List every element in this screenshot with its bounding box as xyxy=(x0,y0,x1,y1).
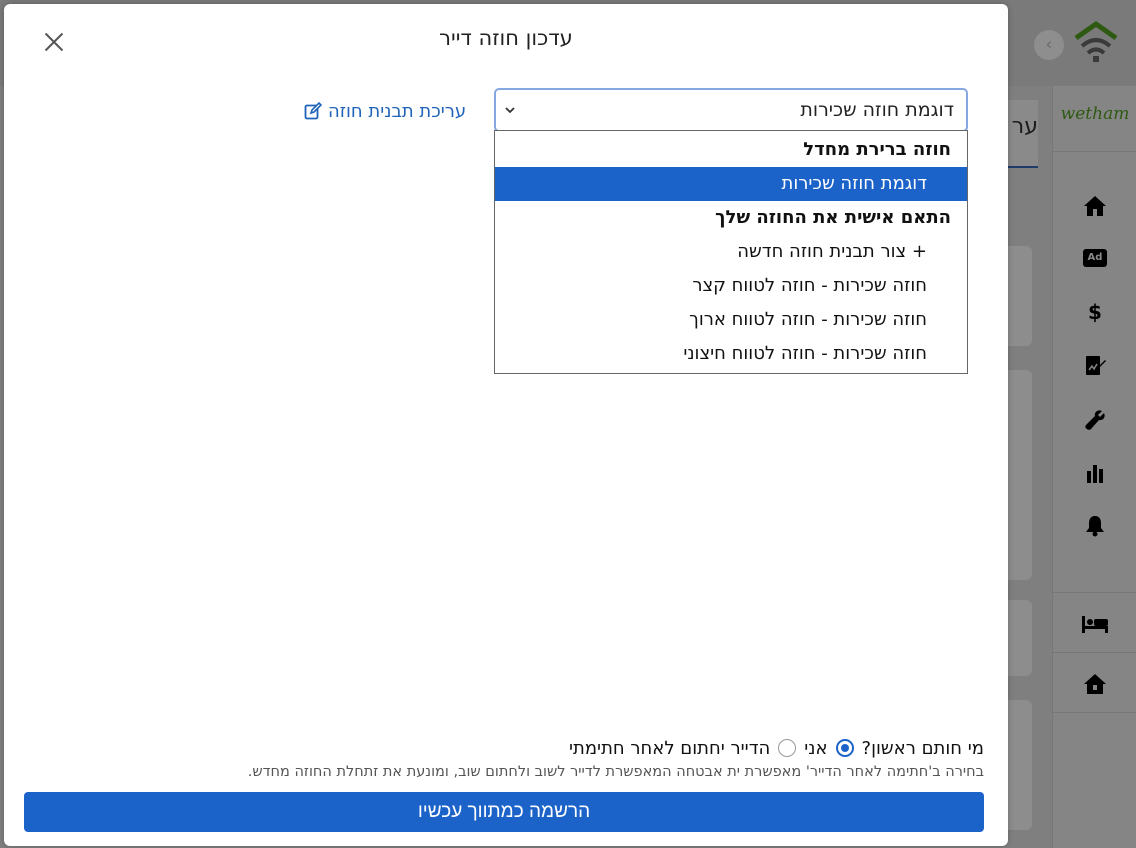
select-value: דוגמת חוזה שכירות xyxy=(800,99,954,121)
edit-icon xyxy=(304,102,322,120)
background-tab: ער xyxy=(1008,100,1038,168)
submit-button[interactable]: הרשמה כמתווך עכשיו xyxy=(24,792,984,832)
ad-icon: Ad xyxy=(1083,249,1107,267)
dropdown-group-custom: התאם אישית את החוזה שלך xyxy=(715,207,951,228)
background-card xyxy=(1008,246,1032,346)
dropdown-option-external-term[interactable]: חוזה שכירות - חוזה לטווח חיצוני xyxy=(495,337,967,371)
background-card xyxy=(1008,700,1032,830)
dropdown-option-sample-rental[interactable]: דוגמת חוזה שכירות xyxy=(495,167,967,201)
dropdown-option-long-term[interactable]: חוזה שכירות - חוזה לטווח ארוך xyxy=(495,303,967,337)
update-contract-modal: עדכון חוזה דייר עריכת תבנית חוזה דוגמת ח… xyxy=(4,4,1008,846)
wifi-house-logo-icon xyxy=(1074,20,1118,62)
house-icon xyxy=(1081,670,1109,698)
wrench-icon xyxy=(1081,406,1109,434)
dollar-icon: $ xyxy=(1088,300,1102,324)
contract-template-select[interactable]: דוגמת חוזה שכירות xyxy=(494,88,968,132)
radio-tenant[interactable] xyxy=(778,739,797,757)
edit-template-label: עריכת תבנית חוזה xyxy=(328,100,467,122)
template-dropdown-list: חוזה ברירת מחדל דוגמת חוזה שכירות התאם א… xyxy=(494,130,968,374)
sidebar-divider xyxy=(1053,652,1136,653)
signing-note: בחירה ב'חתימה לאחר הדייר' מאפשרת ית אבטח… xyxy=(247,764,984,780)
back-arrow-icon: ‹ xyxy=(1034,30,1064,60)
chevron-down-icon xyxy=(505,107,515,114)
radio-me[interactable] xyxy=(835,739,854,757)
bed-icon xyxy=(1081,610,1109,638)
close-icon[interactable] xyxy=(40,28,68,56)
dropdown-option-create-new[interactable]: + צור תבנית חוזה חדשה xyxy=(495,235,967,269)
radio-me-label[interactable]: אני xyxy=(804,738,827,759)
chart-icon xyxy=(1081,459,1109,487)
sidebar-divider xyxy=(1053,712,1136,713)
first-signer-row: מי חותם ראשון? אני הדייר יחתום לאחר חתימ… xyxy=(534,734,984,762)
radio-tenant-label[interactable]: הדייר יחתום לאחר חתימתי xyxy=(569,738,770,759)
home-icon xyxy=(1081,192,1109,220)
dropdown-option-short-term[interactable]: חוזה שכירות - חוזה לטווח קצר xyxy=(495,269,967,303)
contract-icon xyxy=(1081,352,1109,380)
first-signer-question: מי חותם ראשון? xyxy=(861,737,984,759)
background-sidebar: wetham Ad $ xyxy=(1052,86,1136,848)
edit-template-link[interactable]: עריכת תבנית חוזה xyxy=(304,98,482,124)
background-card xyxy=(1008,370,1032,580)
bell-icon xyxy=(1081,512,1109,540)
background-card xyxy=(1008,600,1032,676)
modal-title: עדכון חוזה דייר xyxy=(439,26,573,50)
sidebar-divider xyxy=(1053,592,1136,593)
brand-logo: wetham xyxy=(1053,86,1136,152)
dropdown-group-default: חוזה ברירת מחדל xyxy=(803,139,951,160)
